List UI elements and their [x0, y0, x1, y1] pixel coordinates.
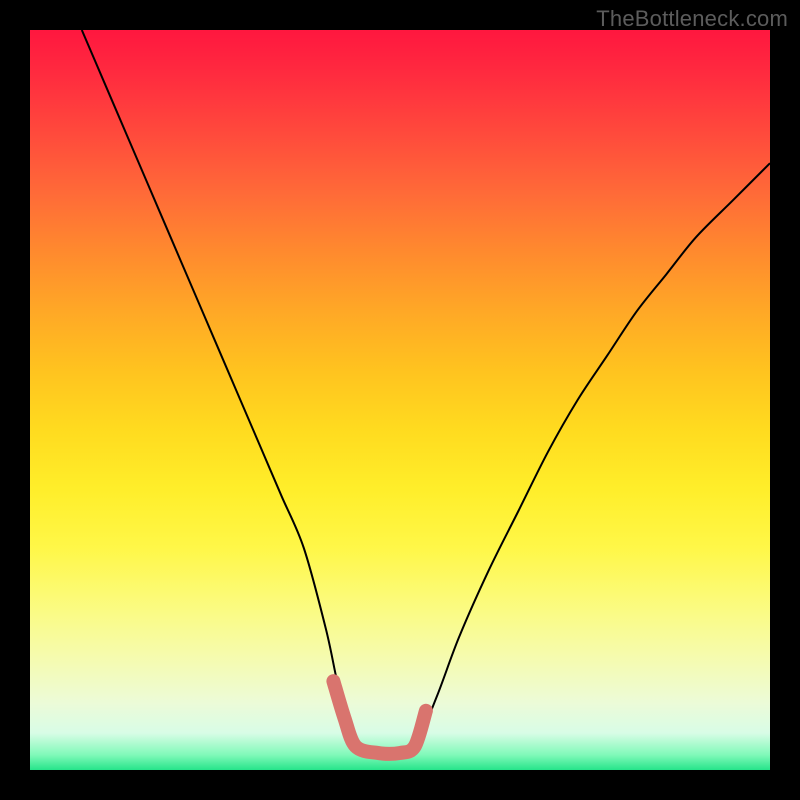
flat-highlight-path — [333, 681, 426, 754]
chart-frame: TheBottleneck.com — [0, 0, 800, 800]
plot-area — [30, 30, 770, 770]
chart-svg — [30, 30, 770, 770]
watermark-text: TheBottleneck.com — [596, 6, 788, 32]
curve-path — [82, 30, 770, 756]
